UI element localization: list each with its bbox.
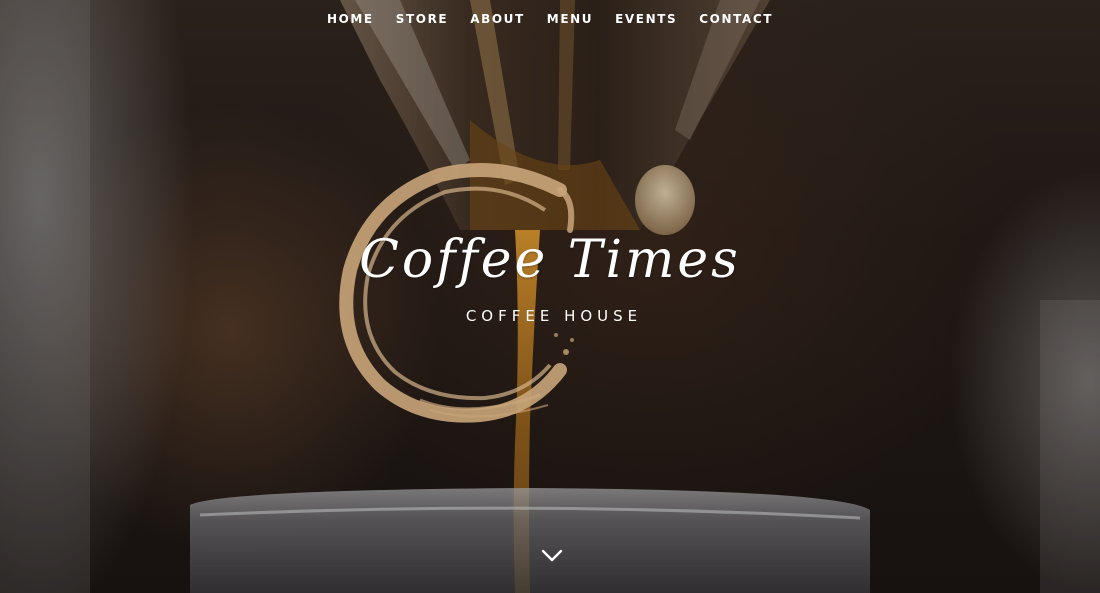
nav-item-menu[interactable]: MENU — [547, 12, 593, 26]
nav-item-about[interactable]: ABOUT — [470, 12, 525, 26]
scroll-down-button[interactable] — [540, 546, 564, 566]
hero-section: HOME STORE ABOUT MENU EVENTS CONTACT Cof… — [0, 0, 1100, 593]
nav-item-store[interactable]: STORE — [396, 12, 448, 26]
logo-subtitle: COFFEE HOUSE — [465, 307, 643, 325]
main-nav: HOME STORE ABOUT MENU EVENTS CONTACT — [0, 12, 1100, 26]
nav-item-events[interactable]: EVENTS — [615, 12, 677, 26]
nav-item-contact[interactable]: CONTACT — [699, 12, 773, 26]
logo-title: Coffee Times — [359, 230, 741, 290]
nav-item-home[interactable]: HOME — [327, 12, 374, 26]
coffee-ring-logo-icon — [339, 163, 575, 423]
chevron-down-icon — [541, 549, 563, 562]
